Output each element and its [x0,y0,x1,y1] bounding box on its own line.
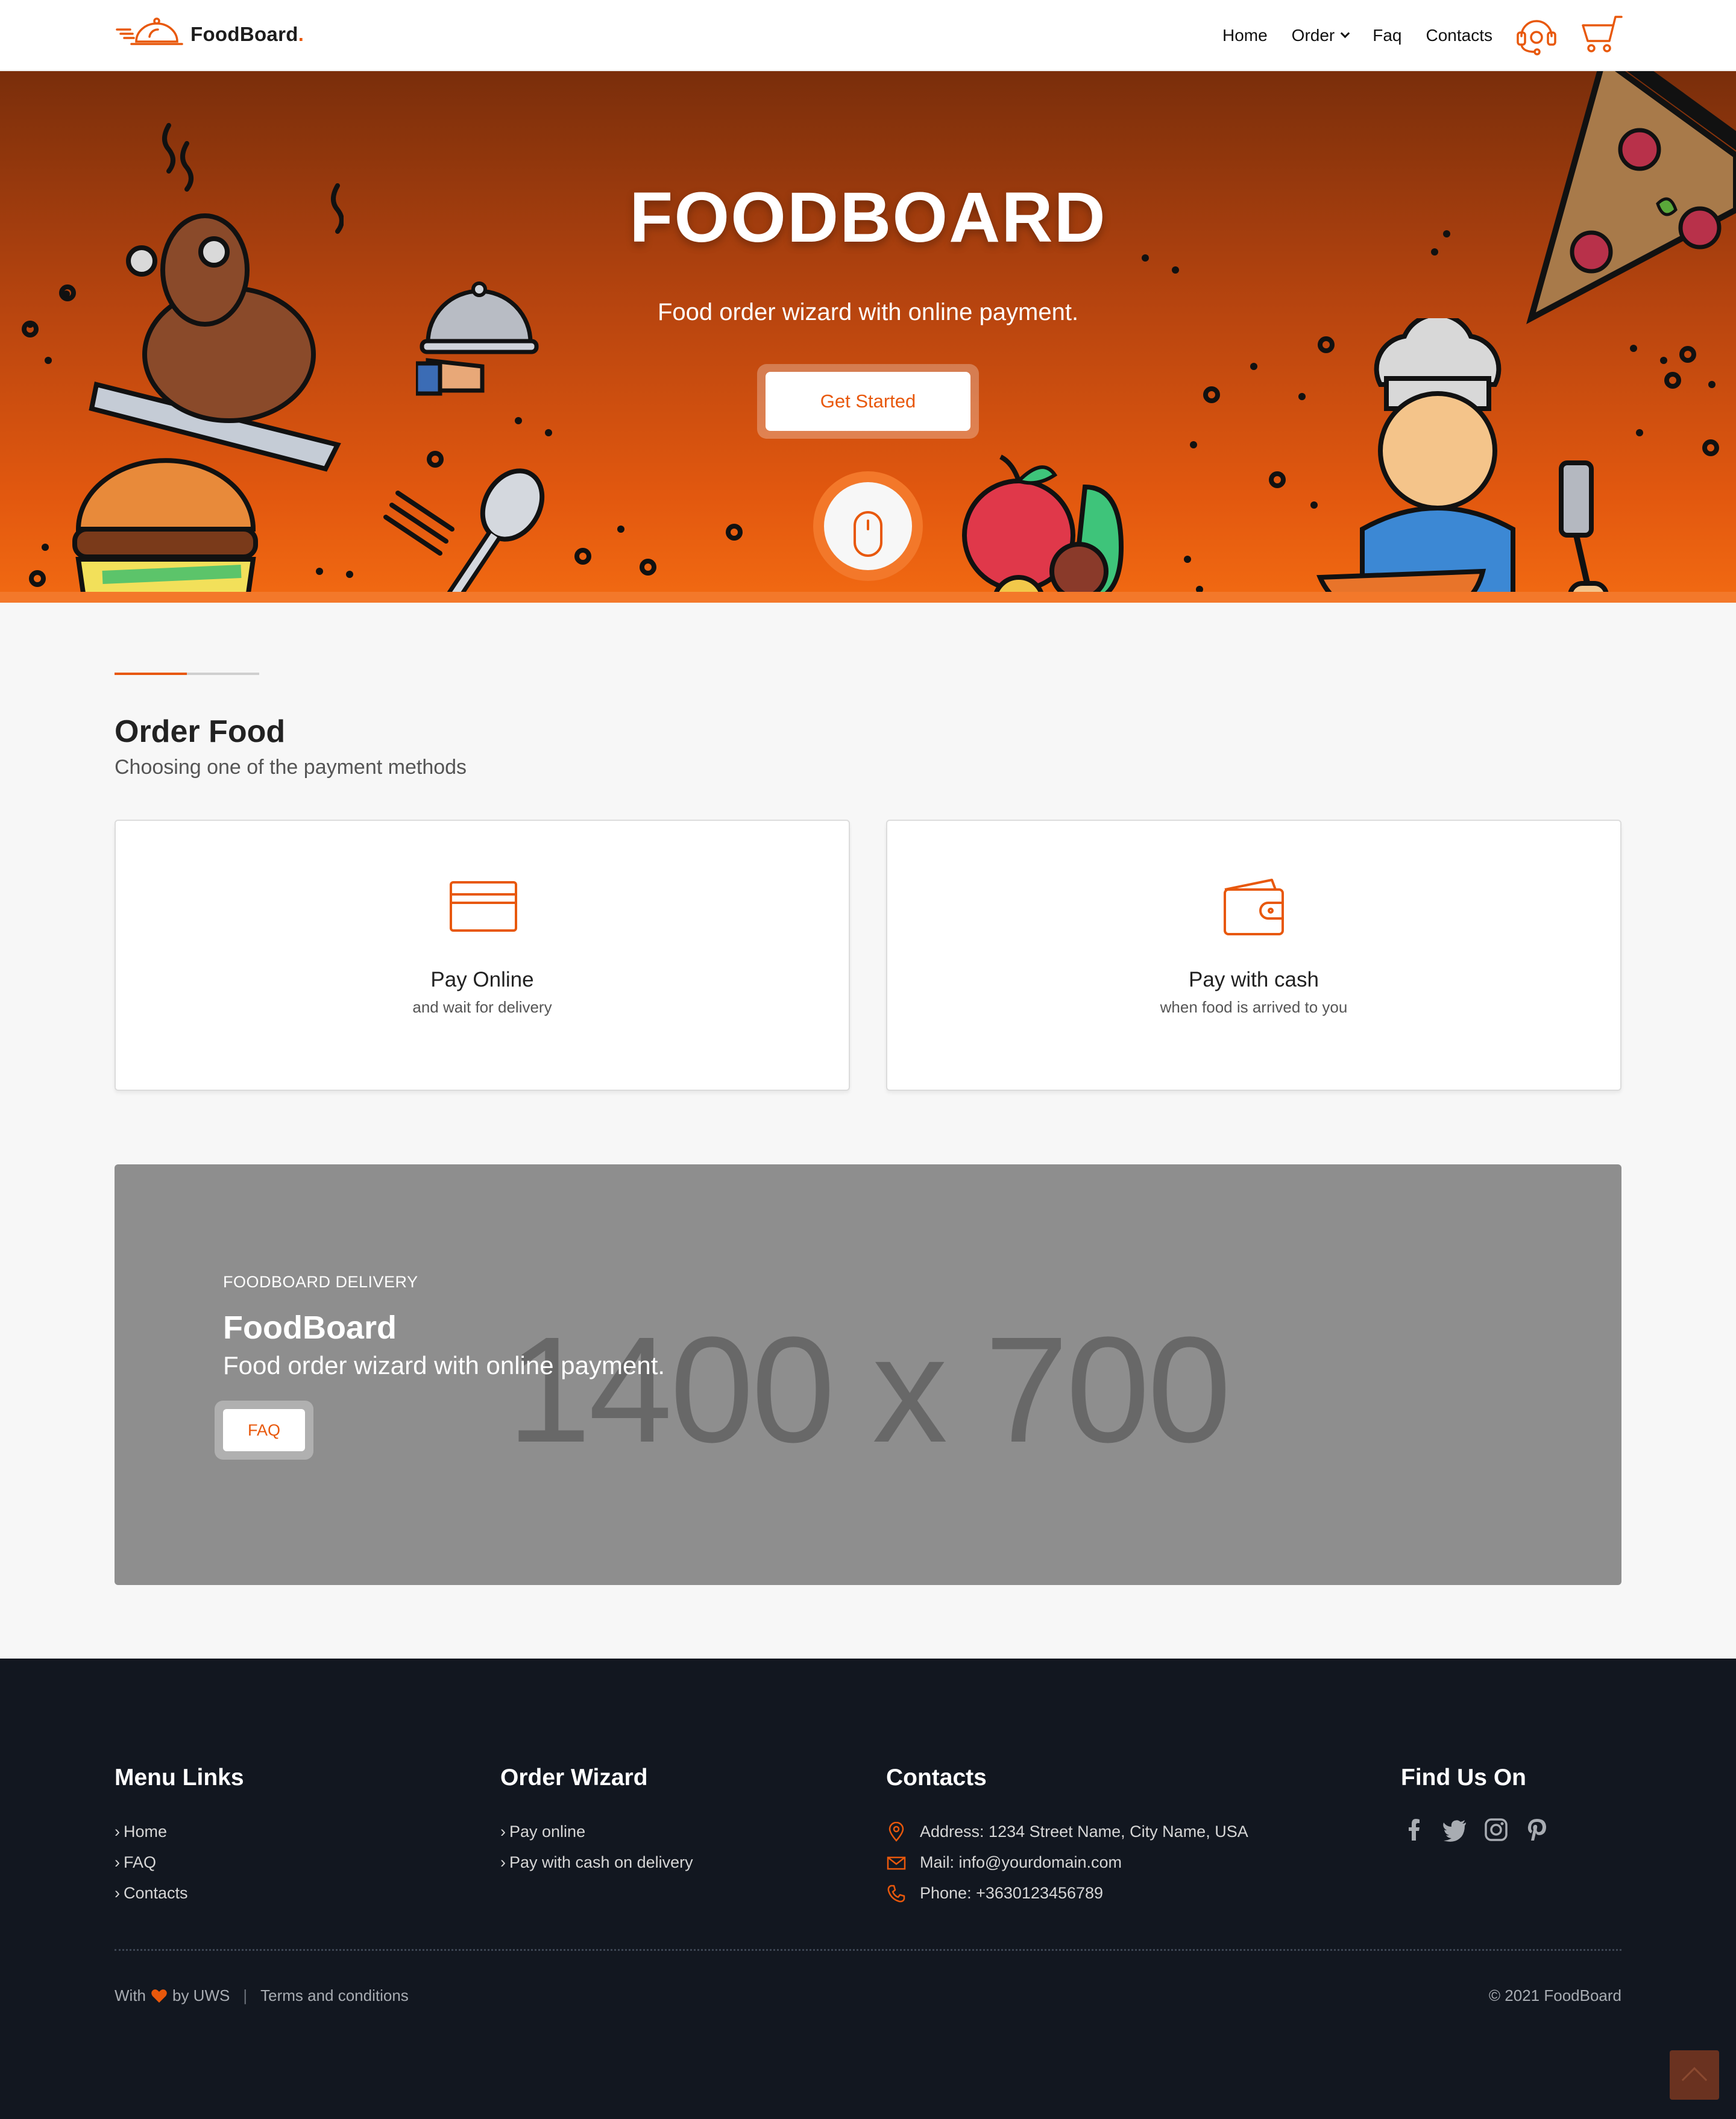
chevron-right-icon: › [115,1822,120,1841]
footer-link-label: Pay with cash on delivery [509,1853,693,1871]
card-subtitle: when food is arrived to you [1160,998,1348,1016]
brand-dot: . [298,23,304,45]
credits-separator: | [243,1986,248,2004]
chevron-right-icon: › [115,1853,120,1871]
social-links [1401,1816,1565,1843]
contact-mail[interactable]: Mail: info@yourdomain.com [886,1847,1248,1878]
footer-heading: Menu Links [115,1765,244,1791]
footer: Menu Links › Home › FAQ › Contacts Order Wi… [0,1659,1736,2119]
promo-subtitle: Food order wizard with online payment. [223,1351,665,1380]
promo-kicker: FOODBOARD DELIVERY [223,1273,418,1291]
brand-name: FoodBoard [190,23,298,45]
back-to-top-button[interactable] [1670,2050,1719,2100]
nav-order[interactable]: Order [1291,25,1350,45]
hero-subtitle: Food order wizard with online payment. [657,299,1079,325]
map-pin-icon [888,1821,904,1842]
section-subtitle: Choosing one of the payment methods [115,756,467,779]
header: FoodBoard. Home Order Faq Contacts [0,0,1736,71]
footer-heading: Find Us On [1401,1765,1526,1791]
contact-address-text: Address: 1234 Street Name, City Name, US… [920,1822,1248,1841]
footer-divider [115,1949,1621,1951]
cart-icon[interactable] [1579,13,1624,55]
footer-credits: With by UWS | Terms and conditions [115,1986,409,2005]
heart-icon [151,1989,167,2003]
promo-banner: 1400 x 700 FOODBOARD DELIVERY FoodBoard … [115,1164,1621,1585]
card-title: Pay Online [430,968,534,991]
section-divider [115,673,259,675]
footer-link-label: Pay online [509,1822,586,1841]
facebook-icon[interactable] [1401,1816,1427,1843]
footer-heading: Contacts [886,1765,987,1791]
credit-card-icon [450,881,517,932]
footer-contacts: Contacts Address: 1234 Street Name, City… [886,1765,1248,1909]
nav-contacts[interactable]: Contacts [1426,26,1493,45]
footer-link-contacts[interactable]: › Contacts [115,1878,244,1909]
section-divider-accent [115,673,187,675]
nav-faq[interactable]: Faq [1373,26,1401,45]
pay-online-card[interactable]: Pay Online and wait for delivery [115,820,850,1091]
footer-link-pay-cash[interactable]: › Pay with cash on delivery [500,1847,693,1878]
chevron-right-icon: › [500,1853,506,1871]
pinterest-icon[interactable] [1524,1816,1550,1843]
contact-address: Address: 1234 Street Name, City Name, US… [886,1816,1248,1847]
cloche-icon [116,17,183,45]
footer-link-label: Home [124,1822,168,1841]
twitter-icon[interactable] [1442,1816,1468,1843]
mouse-icon[interactable] [852,510,884,558]
wallet-icon [1224,879,1284,935]
get-started-halo: Get Started [757,364,979,439]
chevron-right-icon: › [500,1822,506,1841]
phone-icon [887,1885,905,1902]
faq-button[interactable]: FAQ [223,1409,305,1451]
contact-phone[interactable]: Phone: +3630123456789 [886,1878,1248,1909]
section-title: Order Food [115,714,286,749]
hero-title: FOODBOARD [629,178,1107,257]
footer-social: Find Us On [1401,1765,1565,1843]
nav-home[interactable]: Home [1222,26,1268,45]
nav-order-label: Order [1291,25,1335,45]
footer-order-wizard: Order Wizard › Pay online › Pay with cash … [500,1765,693,1878]
instagram-icon[interactable] [1483,1816,1509,1843]
chevron-down-icon [1340,28,1350,39]
headset-icon[interactable] [1514,13,1559,55]
footer-link-faq[interactable]: › FAQ [115,1847,244,1878]
footer-menu-links: Menu Links › Home › FAQ › Contacts [115,1765,244,1909]
chevron-right-icon: › [115,1884,120,1902]
envelope-icon [887,1856,906,1869]
footer-link-pay-online[interactable]: › Pay online [500,1816,693,1847]
copyright: © 2021 FoodBoard [1488,1986,1621,2004]
promo-title: FoodBoard [223,1310,397,1346]
contact-phone-text: Phone: +3630123456789 [920,1884,1104,1902]
hero-bottom-band [0,592,1736,603]
pay-with-cash-card[interactable]: Pay with cash when food is arrived to yo… [886,820,1621,1091]
main-nav: Home Order Faq Contacts [1198,0,1492,71]
contact-mail-text: Mail: info@yourdomain.com [920,1853,1122,1871]
card-title: Pay with cash [1189,968,1319,991]
credits-author-link[interactable]: by UWS [172,1986,230,2005]
terms-link[interactable]: Terms and conditions [260,1986,409,2005]
chevron-up-icon [1681,2067,1708,2093]
footer-link-label: FAQ [124,1853,157,1871]
footer-link-label: Contacts [124,1884,188,1902]
footer-link-home[interactable]: › Home [115,1816,244,1847]
card-subtitle: and wait for delivery [412,998,552,1016]
footer-heading: Order Wizard [500,1765,648,1791]
logo[interactable]: FoodBoard. [115,13,304,55]
get-started-button[interactable]: Get Started [766,372,970,431]
credits-with: With [115,1986,146,2004]
faq-button-halo: FAQ [215,1401,313,1460]
